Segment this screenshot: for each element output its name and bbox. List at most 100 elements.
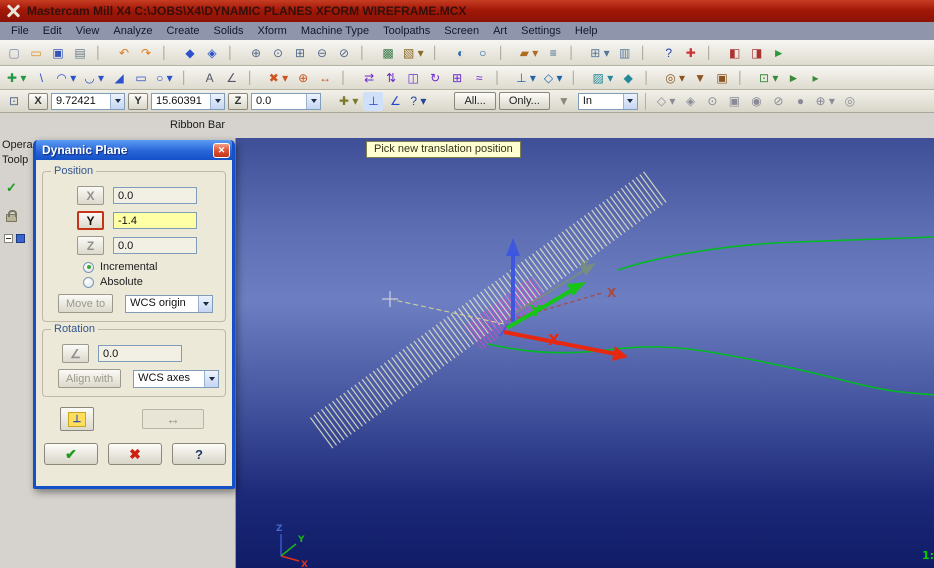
z-coordinate-button[interactable]: Z [228, 92, 248, 110]
menu-item[interactable]: Toolpaths [376, 24, 437, 38]
tab-operations[interactable]: Opera [2, 139, 33, 151]
join-entities[interactable]: ⊕ [293, 68, 313, 87]
regenerate-check-icon[interactable]: ✓ [6, 180, 17, 196]
dropdown-arrow-icon[interactable] [306, 93, 320, 109]
separator[interactable]: ▏ [92, 43, 112, 62]
open-file[interactable]: ▭ [26, 43, 46, 62]
separator[interactable]: ▏ [158, 43, 178, 62]
xform-scale[interactable]: ⊞ [447, 68, 467, 87]
verify[interactable]: ► [783, 68, 803, 87]
tab-toolpaths[interactable]: Toolp [2, 154, 28, 166]
menu-item[interactable]: Machine Type [294, 24, 376, 38]
menu-item[interactable]: Solids [207, 24, 251, 38]
toolpath-drill[interactable]: ▼ [690, 68, 710, 87]
select-result[interactable]: ◈ [680, 92, 700, 111]
selection-sample-icon[interactable]: ▼ [554, 92, 574, 111]
run-addin[interactable]: ► [769, 43, 789, 62]
separator[interactable]: ▏ [703, 43, 723, 62]
menu-item[interactable]: Xform [251, 24, 294, 38]
zoom-window[interactable]: ⊕ [246, 43, 266, 62]
dialog-title-bar[interactable]: Dynamic Plane ✕ [36, 140, 232, 160]
create-drafting[interactable]: ∠ [222, 68, 242, 87]
separator[interactable]: ▏ [495, 43, 515, 62]
level-manager[interactable]: ≡ [543, 43, 563, 62]
create-letters[interactable]: A [200, 68, 220, 87]
dropdown-arrow-icon[interactable] [210, 93, 224, 109]
xform-rotate[interactable]: ↻ [425, 68, 445, 87]
separator[interactable]: ▏ [565, 43, 585, 62]
create-surface[interactable]: ▨ ▾ [590, 68, 617, 87]
zoom-fit[interactable]: ⊞ [290, 43, 310, 62]
y-coordinate-button[interactable]: Y [128, 92, 148, 110]
shading-toggle[interactable]: ◐ [451, 43, 471, 62]
clear-colors[interactable]: ⊘ [768, 92, 788, 111]
grid-settings[interactable]: ⊞ ▾ [587, 43, 612, 62]
fastpoint-mode[interactable]: ✚ ▾ [336, 92, 361, 111]
lock-icon[interactable] [6, 210, 17, 222]
y-axis-button[interactable]: Y [77, 211, 104, 230]
z-axis-button[interactable]: Z [77, 236, 104, 255]
select-all-button[interactable]: All... [454, 92, 496, 110]
xform-offset[interactable]: ≈ [469, 68, 489, 87]
x-axis-button[interactable]: X [77, 186, 104, 205]
toolpath-pocket[interactable]: ▣ [712, 68, 732, 87]
operations-manager-toggle[interactable]: ◧ [725, 43, 745, 62]
menu-item[interactable]: Settings [514, 24, 568, 38]
separator[interactable]: ▏ [429, 43, 449, 62]
repaint[interactable]: ▩ [378, 43, 398, 62]
create-ellipse[interactable]: ○ ▾ [153, 68, 176, 87]
create-point[interactable]: ✚ ▾ [4, 68, 29, 87]
create-fillet[interactable]: ◡ ▾ [81, 68, 107, 87]
zoom-target[interactable]: ⊙ [268, 43, 288, 62]
align-with-select[interactable]: WCS axes [133, 369, 219, 388]
wcs-manager[interactable]: ⊥ ▾ [513, 68, 539, 87]
menu-item[interactable]: Edit [36, 24, 69, 38]
wireframe-toggle[interactable]: ○ [473, 43, 493, 62]
quick-mask-lines[interactable]: ⊕ ▾ [812, 92, 837, 111]
separator[interactable]: ▏ [178, 68, 198, 87]
incremental-radio[interactable]: Incremental [83, 261, 219, 273]
menu-item[interactable]: View [69, 24, 107, 38]
separator[interactable]: ▏ [224, 43, 244, 62]
dropdown-arrow-icon[interactable] [204, 370, 218, 387]
ok-button[interactable]: ✔ [44, 443, 98, 465]
spline-curve-upper[interactable] [617, 236, 934, 271]
quick-mask-points[interactable]: ● [790, 92, 810, 111]
move-to-button[interactable]: Move to [58, 294, 114, 313]
xform-mirror[interactable]: ◫ [403, 68, 423, 87]
menu-item[interactable]: Art [486, 24, 514, 38]
separator[interactable]: ▏ [491, 68, 511, 87]
undo[interactable]: ↶ [114, 43, 134, 62]
create-rectangle[interactable]: ▭ [131, 68, 151, 87]
quick-mask-arcs[interactable]: ◎ [840, 92, 860, 111]
rotation-angle-field[interactable]: 0.0 [98, 345, 182, 362]
in-selection-select[interactable]: In [577, 92, 638, 110]
close-icon[interactable]: ✕ [213, 142, 230, 158]
undelete-entities[interactable]: ◈ [202, 43, 222, 62]
x-position-field[interactable]: 0.0 [113, 187, 197, 204]
select-only-group[interactable]: ⊙ [702, 92, 722, 111]
separator[interactable]: ▏ [337, 68, 357, 87]
viewsheets[interactable]: ▥ [615, 43, 635, 62]
unzoom[interactable]: ⊖ [312, 43, 332, 62]
z-coordinate-input[interactable]: 0.0 [251, 92, 321, 110]
create-arc[interactable]: ◠ ▾ [53, 68, 79, 87]
z-position-field[interactable]: 0.0 [113, 237, 197, 254]
x-coordinate-button[interactable]: X [28, 92, 48, 110]
y-axis-label[interactable]: Y [529, 302, 542, 320]
dropdown-arrow-icon[interactable] [110, 93, 124, 109]
tree-collapse-icon[interactable] [4, 234, 13, 243]
title-bar[interactable]: Mastercam Mill X4 C:\JOBS\X4\DYNAMIC PLA… [0, 0, 934, 22]
radio-selected-icon[interactable] [83, 261, 94, 273]
delete-entities[interactable]: ◆ [180, 43, 200, 62]
select-mask[interactable]: ▣ [724, 92, 744, 111]
whats-this-help[interactable]: ? [659, 43, 679, 62]
separator[interactable]: ▏ [640, 68, 660, 87]
menu-item[interactable]: Screen [437, 24, 486, 38]
dropdown-arrow-icon[interactable] [198, 295, 213, 312]
help-button[interactable]: ? [172, 443, 226, 465]
select-machine[interactable]: ⊡ ▾ [756, 68, 781, 87]
toolpath-contour[interactable]: ◎ ▾ [662, 68, 688, 87]
create-chamfer[interactable]: ◢ [109, 68, 129, 87]
toolbar-states[interactable]: ◨ [747, 43, 767, 62]
